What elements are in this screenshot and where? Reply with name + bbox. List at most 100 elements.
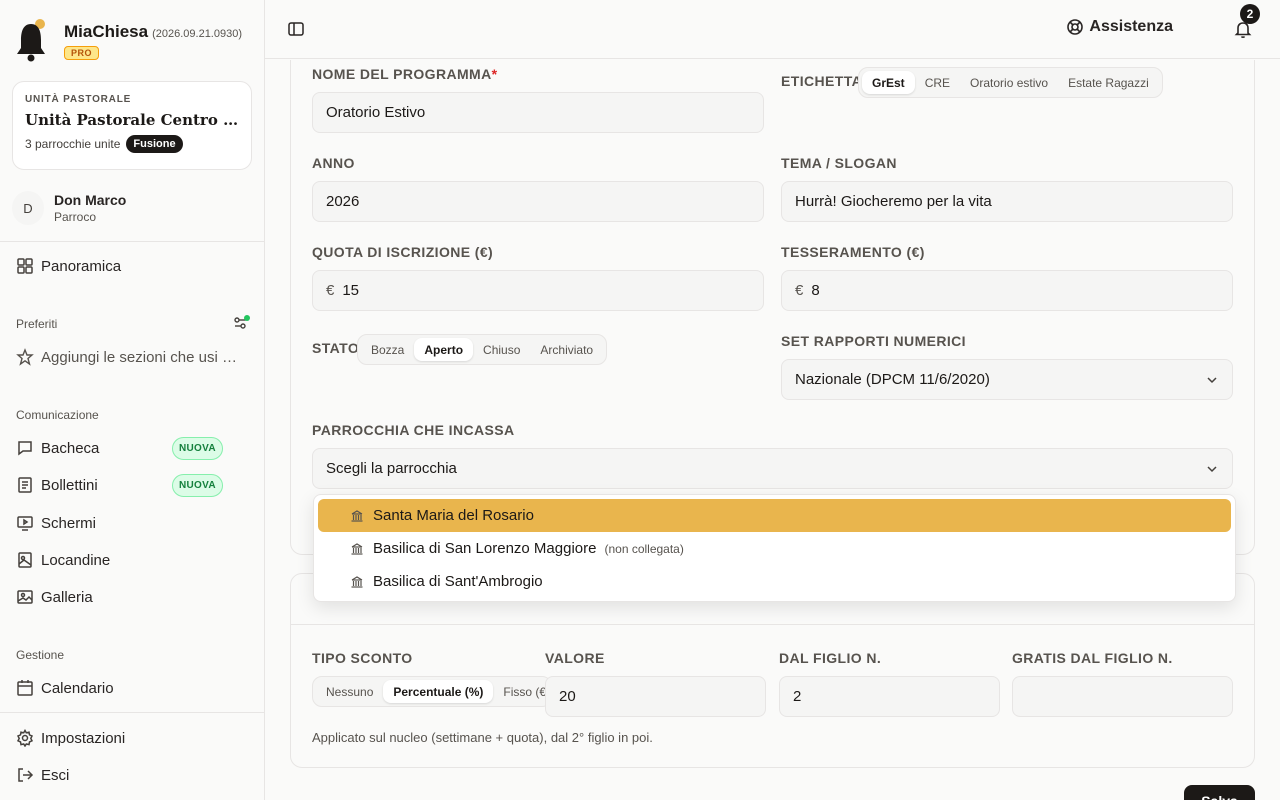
fee-field[interactable]: €15 [312,270,764,311]
nav-impostazioni-label: Impostazioni [41,729,126,747]
user-role: Parroco [54,210,97,224]
year-field[interactable]: 2026 [312,181,764,222]
currency-symbol: € [326,282,335,299]
membership-field[interactable]: €8 [781,270,1233,311]
user-profile[interactable]: D Don Marco Parroco [12,191,126,225]
status-label: STATO [312,340,360,356]
parish-option[interactable]: Basilica di San Lorenzo Maggiore (non co… [318,532,1231,565]
new-badge: NUOVA [172,474,223,497]
divider [0,712,264,713]
parish-option[interactable]: Basilica di Sant'Ambrogio [318,565,1231,598]
nav-locandine[interactable]: Locandine [16,548,110,572]
nav-esci-label: Esci [41,766,70,784]
tag-label: ETICHETTA [781,73,863,89]
poster-icon [16,551,34,569]
program-name-field[interactable]: Oratorio Estivo [312,92,764,133]
pastoral-unit-title: Unità Pastorale Centro Storico [25,111,239,129]
free-from-field[interactable] [1012,676,1233,717]
status-option-archiviato[interactable]: Archiviato [530,338,603,361]
pastoral-unit-card[interactable]: UNITÀ PASTORALE Unità Pastorale Centro S… [12,81,252,170]
main-content: NOME DEL PROGRAMMA* Oratorio Estivo ETIC… [265,60,1280,800]
gallery-icon [16,588,34,606]
nav-esci[interactable]: Esci [16,763,69,787]
nav-locandine-label: Locandine [41,551,111,569]
discount-option-fixed[interactable]: Fisso (€) [493,680,551,703]
nav-schermi[interactable]: Schermi [16,511,96,535]
nav-bacheca-label: Bacheca [41,439,100,457]
discount-option-none[interactable]: Nessuno [316,680,383,703]
ratios-select[interactable]: Nazionale (DPCM 11/6/2020) [781,359,1233,400]
star-icon [16,348,34,366]
grid-icon [16,257,34,275]
ratios-label: SET RAPPORTI NUMERICI [781,333,966,349]
favorites-hint: Aggiungi le sezioni che usi di più [41,348,241,366]
screen-icon [16,514,34,532]
nav-bacheca[interactable]: Bacheca [16,436,99,460]
help-button[interactable]: Assistenza [1066,18,1173,36]
nav-bollettini[interactable]: Bollettini [16,473,98,497]
new-badge: NUOVA [172,437,223,460]
chevron-down-icon [1205,373,1219,387]
parish-dropdown-menu: Santa Maria del Rosario Basilica di San … [313,494,1236,602]
membership-label: TESSERAMENTO (€) [781,244,925,260]
value-label: VALORE [545,650,605,666]
divider [0,241,264,242]
management-label: Gestione [16,648,65,662]
pro-badge: PRO [64,46,100,60]
nav-bollettini-label: Bollettini [41,476,98,494]
currency-symbol: € [795,282,804,299]
status-option-chiuso[interactable]: Chiuso [473,338,530,361]
discount-option-percent[interactable]: Percentuale (%) [383,680,494,703]
user-name: Don Marco [54,192,127,208]
discount-type-label: TIPO SCONTO [312,650,413,666]
theme-field[interactable]: Hurrà! Giocheremo per la vita [781,181,1233,222]
tag-option-estate[interactable]: Estate Ragazzi [1058,71,1159,94]
app-name: MiaChiesa [64,22,149,41]
nav-schermi-label: Schermi [41,514,97,532]
value-field[interactable]: 20 [545,676,766,717]
status-option-bozza[interactable]: Bozza [361,338,414,361]
parish-option-note: (non collegata) [604,541,684,556]
nav-overview-label: Panoramica [41,257,122,275]
status-option-aperto[interactable]: Aperto [414,338,474,361]
discount-type-segmented-control: Nessuno Percentuale (%) Fisso (€) [312,676,552,707]
church-icon [350,509,364,523]
brand[interactable]: MiaChiesa (2026.09.21.0930) PRO [14,18,242,62]
church-icon [350,542,364,556]
communication-label: Comunicazione [16,408,99,422]
parish-select[interactable]: Scegli la parrocchia [312,448,1233,489]
nav-galleria[interactable]: Galleria [16,585,93,609]
parish-option[interactable]: Santa Maria del Rosario [318,499,1231,532]
save-button[interactable]: Salva [1184,785,1255,800]
pastoral-unit-kicker: UNITÀ PASTORALE [25,94,132,105]
favorites-settings-icon[interactable] [232,314,250,337]
favorites-add[interactable]: Aggiungi le sezioni che usi di più [16,345,246,369]
nav-impostazioni[interactable]: Impostazioni [16,726,125,750]
avatar: D [12,191,44,225]
nav-overview[interactable]: Panoramica [16,254,121,278]
free-from-label: GRATIS DAL FIGLIO N. [1012,650,1173,666]
church-icon [350,575,364,589]
sidebar: MiaChiesa (2026.09.21.0930) PRO UNITÀ PAS… [0,0,265,800]
help-label: Assistenza [1089,18,1173,35]
message-icon [16,439,34,457]
bell-logo-icon [14,18,50,62]
fusion-badge: Fusione [126,135,183,153]
topbar: Assistenza 2 [265,0,1280,59]
tag-option-oratorio[interactable]: Oratorio estivo [960,71,1058,94]
parish-count: 3 parrocchie unite [25,137,121,151]
chevron-down-icon [1205,462,1219,476]
tag-option-cre[interactable]: CRE [915,71,960,94]
tag-option-grest[interactable]: GrEst [862,71,915,94]
sidebar-toggle-icon[interactable] [287,20,305,43]
year-label: ANNO [312,155,355,171]
nav-calendario[interactable]: Calendario [16,676,114,700]
tag-segmented-control: GrEst CRE Oratorio estivo Estate Ragazzi [858,67,1163,98]
ratios-value: Nazionale (DPCM 11/6/2020) [795,371,990,388]
fee-value: 15 [342,282,360,299]
favorites-label: Preferiti [16,317,58,331]
from-child-label: DAL FIGLIO N. [779,650,882,666]
from-child-field[interactable]: 2 [779,676,1000,717]
program-name-label: NOME DEL PROGRAMMA* [312,66,498,82]
app-version: (2026.09.21.0930) [152,28,243,40]
